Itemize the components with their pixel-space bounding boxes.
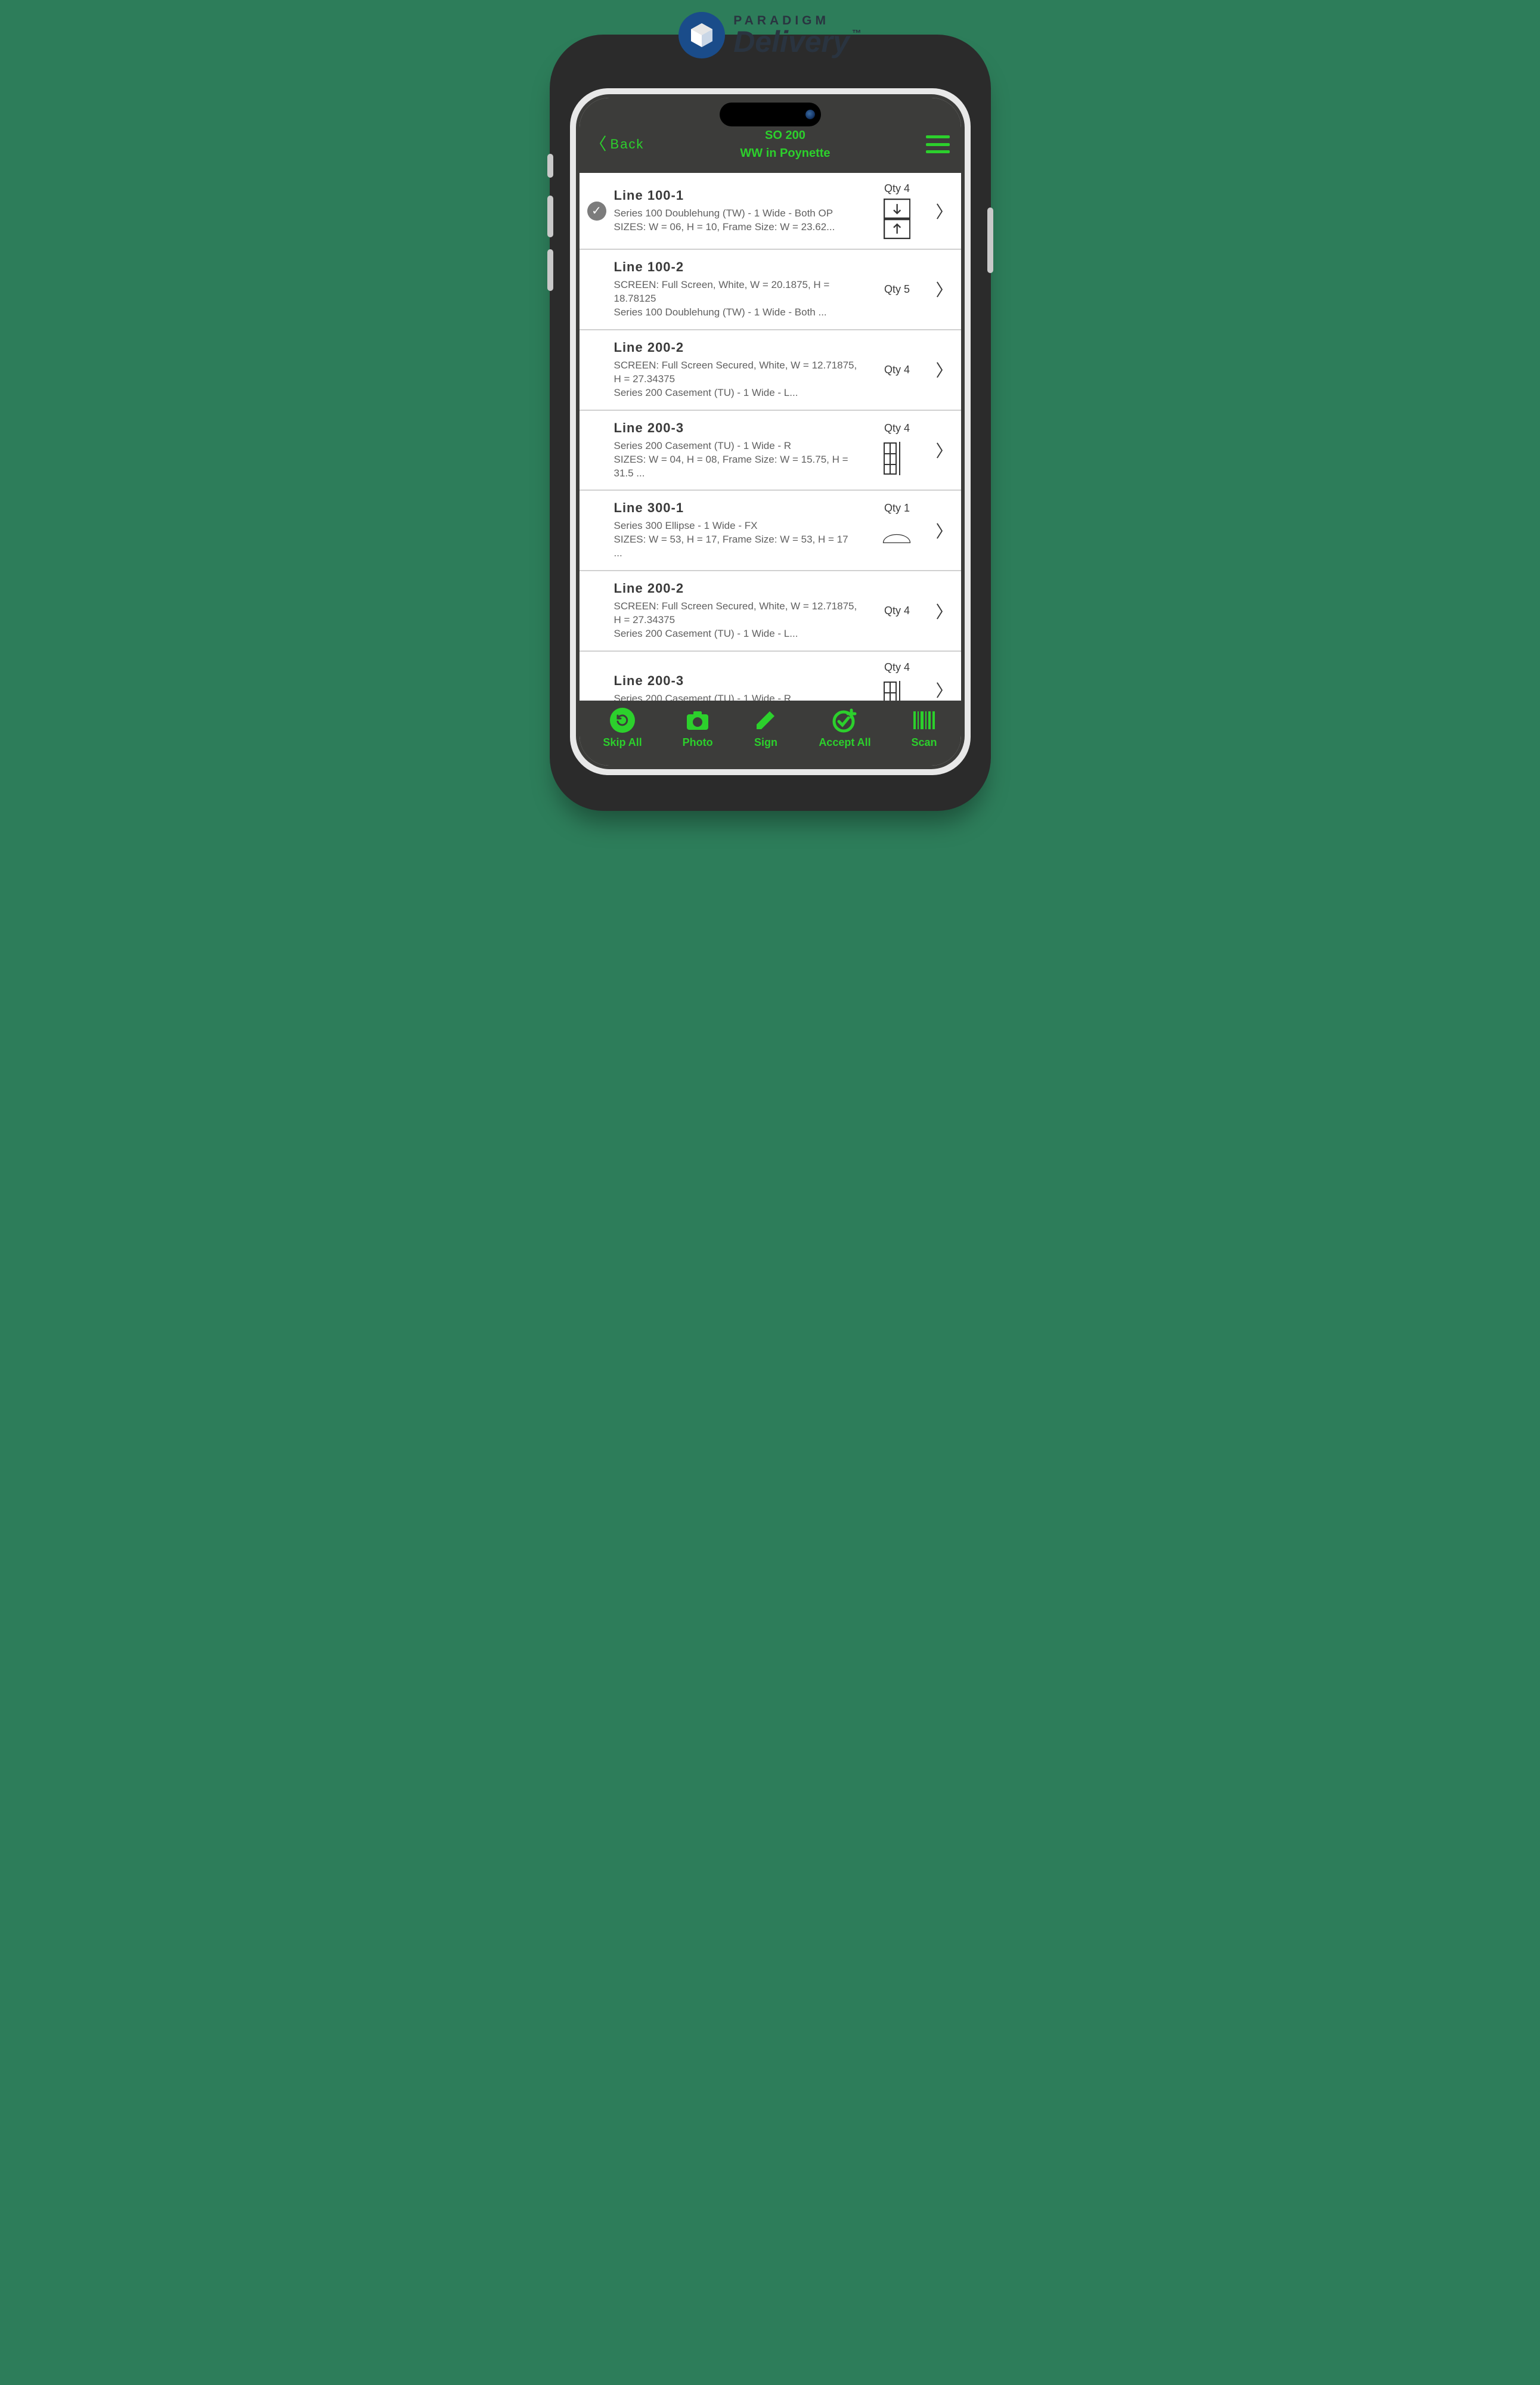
line-qty: Qty 4 bbox=[884, 182, 910, 195]
line-qty: Qty 4 bbox=[884, 422, 910, 435]
page-title: SO 200 WW in Poynette bbox=[740, 126, 830, 162]
accept-all-button[interactable]: Accept All bbox=[819, 708, 870, 749]
line-item-row[interactable]: Line 200-3 Series 200 Casement (TU) - 1 W… bbox=[580, 652, 961, 701]
line-title: Line 200-3 bbox=[614, 673, 859, 689]
product-thumb-icon bbox=[882, 438, 912, 479]
chevron-right-icon: 〉 bbox=[935, 199, 952, 223]
chevron-right-icon: 〉 bbox=[935, 358, 952, 382]
line-qty: Qty 4 bbox=[884, 364, 910, 376]
line-item-row[interactable]: ✓ Line 100-1 Series 100 Doublehung (TW) - … bbox=[580, 173, 961, 250]
phone-frame: 〈 Back SO 200 WW in Poynette ✓ Line 100-1… bbox=[550, 35, 991, 811]
phone-notch bbox=[720, 103, 821, 126]
row-main: Line 100-2 SCREEN: Full Screen, White, W … bbox=[614, 259, 859, 320]
row-main: Line 200-2 SCREEN: Full Screen Secured, W… bbox=[614, 581, 859, 641]
line-title: Line 200-2 bbox=[614, 581, 859, 596]
skip-all-button[interactable]: Skip All bbox=[603, 708, 642, 749]
line-description: Series 300 Ellipse - 1 Wide - FX SIZES: … bbox=[614, 519, 859, 560]
line-item-list: ✓ Line 100-1 Series 100 Doublehung (TW) - … bbox=[580, 173, 961, 701]
line-item-row[interactable]: Line 200-3 Series 200 Casement (TU) - 1 W… bbox=[580, 411, 961, 491]
row-main: Line 300-1 Series 300 Ellipse - 1 Wide - … bbox=[614, 500, 859, 560]
chevron-right-icon: 〉 bbox=[935, 277, 952, 301]
bottom-toolbar: Skip All Photo Sign bbox=[580, 701, 961, 766]
sign-button[interactable]: Sign bbox=[753, 708, 778, 749]
row-main: Line 200-2 SCREEN: Full Screen Secured, W… bbox=[614, 340, 859, 400]
phone-side-button bbox=[547, 154, 553, 178]
product-thumb-icon bbox=[882, 518, 912, 559]
back-button[interactable]: 〈 Back bbox=[590, 136, 644, 153]
row-main: Line 100-1 Series 100 Doublehung (TW) - 1… bbox=[614, 188, 859, 234]
line-description: Series 200 Casement (TU) - 1 Wide - R bbox=[614, 692, 859, 701]
barcode-icon bbox=[912, 708, 937, 733]
row-check: ✓ bbox=[585, 202, 608, 221]
check-circle-icon: ✓ bbox=[587, 202, 606, 221]
line-title: Line 200-3 bbox=[614, 420, 859, 436]
phone-side-button bbox=[547, 249, 553, 291]
line-qty: Qty 4 bbox=[884, 605, 910, 617]
phone-side-button bbox=[987, 207, 993, 273]
row-main: Line 200-3 Series 200 Casement (TU) - 1 W… bbox=[614, 673, 859, 701]
row-right: Qty 4 bbox=[864, 355, 929, 385]
line-description: SCREEN: Full Screen Secured, White, W = … bbox=[614, 600, 859, 641]
app-screen: 〈 Back SO 200 WW in Poynette ✓ Line 100-1… bbox=[580, 98, 961, 766]
line-title: Line 300-1 bbox=[614, 500, 859, 516]
check-plus-icon bbox=[832, 708, 857, 733]
line-description: Series 200 Casement (TU) - 1 Wide - R SI… bbox=[614, 439, 859, 481]
row-right: Qty 4 bbox=[864, 422, 929, 479]
brand-header: PARADIGM Delivery™ bbox=[678, 12, 862, 58]
line-title: Line 100-1 bbox=[614, 188, 859, 203]
chevron-right-icon: 〉 bbox=[935, 678, 952, 701]
pencil-icon bbox=[753, 708, 778, 733]
brand-logo-icon bbox=[678, 12, 725, 58]
camera-icon bbox=[685, 708, 710, 733]
line-description: Series 100 Doublehung (TW) - 1 Wide - Bo… bbox=[614, 207, 859, 234]
scan-button[interactable]: Scan bbox=[912, 708, 937, 749]
chevron-right-icon: 〉 bbox=[935, 438, 952, 462]
phone-side-button bbox=[547, 196, 553, 237]
chevron-left-icon: 〈 bbox=[590, 136, 608, 153]
line-qty: Qty 5 bbox=[884, 283, 910, 296]
line-title: Line 100-2 bbox=[614, 259, 859, 275]
line-item-row[interactable]: Line 200-2 SCREEN: Full Screen Secured, W… bbox=[580, 330, 961, 411]
product-thumb-icon bbox=[882, 199, 912, 239]
line-description: SCREEN: Full Screen, White, W = 20.1875,… bbox=[614, 278, 859, 320]
camera-icon bbox=[805, 110, 815, 119]
row-right: Qty 5 bbox=[864, 275, 929, 304]
line-title: Line 200-2 bbox=[614, 340, 859, 355]
row-right: Qty 4 bbox=[864, 661, 929, 701]
chevron-right-icon: 〉 bbox=[935, 519, 952, 543]
chevron-right-icon: 〉 bbox=[935, 599, 952, 623]
product-thumb-icon bbox=[882, 677, 912, 701]
line-item-row[interactable]: Line 100-2 SCREEN: Full Screen, White, W … bbox=[580, 250, 961, 330]
line-item-row[interactable]: Line 300-1 Series 300 Ellipse - 1 Wide - … bbox=[580, 491, 961, 571]
line-qty: Qty 4 bbox=[884, 661, 910, 674]
brand-name-bottom: Delivery™ bbox=[733, 27, 862, 57]
menu-button[interactable] bbox=[926, 135, 950, 153]
photo-button[interactable]: Photo bbox=[683, 708, 713, 749]
row-main: Line 200-3 Series 200 Casement (TU) - 1 W… bbox=[614, 420, 859, 481]
line-item-row[interactable]: Line 200-2 SCREEN: Full Screen Secured, W… bbox=[580, 571, 961, 652]
line-qty: Qty 1 bbox=[884, 502, 910, 515]
row-right: Qty 1 bbox=[864, 502, 929, 559]
skip-icon bbox=[610, 708, 635, 733]
row-right: Qty 4 bbox=[864, 182, 929, 239]
row-right: Qty 4 bbox=[864, 596, 929, 625]
line-description: SCREEN: Full Screen Secured, White, W = … bbox=[614, 359, 859, 400]
